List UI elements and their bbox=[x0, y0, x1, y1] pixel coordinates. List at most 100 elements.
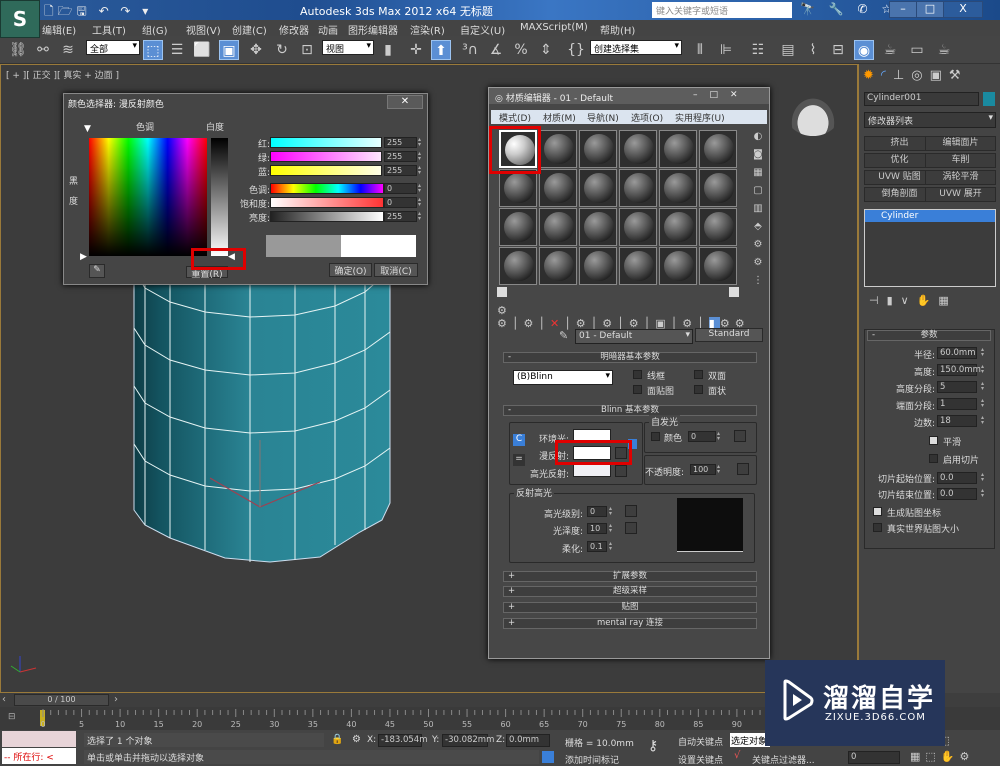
angle-snap-icon[interactable]: ∡ bbox=[486, 40, 506, 60]
specular-swatch[interactable] bbox=[573, 464, 611, 477]
cylinder-object[interactable] bbox=[120, 270, 410, 580]
slice-from-spinner[interactable]: ▴ ▾ bbox=[981, 472, 988, 483]
self-illum-spinner[interactable]: ▴ ▾ bbox=[717, 431, 724, 442]
blue-spinner[interactable]: ▴ ▾ bbox=[418, 165, 425, 176]
menu-modes[interactable]: 模式(D) bbox=[499, 111, 531, 124]
material-type-button[interactable]: Standard bbox=[695, 328, 763, 342]
time-slider[interactable]: 0 / 100 bbox=[14, 694, 109, 706]
material-sample-slot[interactable] bbox=[579, 247, 617, 285]
select-by-name-icon[interactable]: ☰ bbox=[167, 40, 187, 60]
hierarchy-tab-icon[interactable]: ⊥ bbox=[893, 68, 911, 83]
parameters-rollout-header[interactable]: - 参数 bbox=[867, 330, 991, 341]
auto-key-button[interactable]: 自动关键点 bbox=[678, 735, 723, 748]
material-sample-slot[interactable] bbox=[619, 208, 657, 246]
red-value[interactable]: 255 bbox=[384, 137, 417, 148]
material-sample-slot[interactable] bbox=[619, 169, 657, 207]
modify-tab-icon[interactable]: ◜ bbox=[881, 68, 893, 83]
modifier-button-lathe[interactable]: 车削 bbox=[925, 153, 996, 168]
param-field[interactable]: 60.0mm bbox=[937, 347, 977, 359]
command-panel-tabs[interactable]: ✹◜⊥◎▣⚒ bbox=[863, 68, 999, 88]
create-tab-icon[interactable]: ✹ bbox=[863, 68, 881, 83]
slice-to-spinner[interactable]: ▴ ▾ bbox=[981, 488, 988, 499]
named-selection-dropdown[interactable]: 创建选择集 bbox=[590, 40, 682, 55]
lock-diffuse-specular-button[interactable]: = bbox=[513, 454, 525, 466]
spinner-snap-icon[interactable]: ⇕ bbox=[536, 40, 556, 60]
value-spinner[interactable]: ▴ ▾ bbox=[418, 211, 425, 222]
menu-customize[interactable]: 自定义(U) bbox=[460, 22, 505, 37]
material-sample-slot[interactable] bbox=[619, 247, 657, 285]
menu-rendering[interactable]: 渲染(R) bbox=[410, 22, 445, 37]
menu-modifiers[interactable]: 修改器 bbox=[279, 22, 309, 37]
green-spinner[interactable]: ▴ ▾ bbox=[418, 151, 425, 162]
maps-rollout[interactable]: + 贴图 bbox=[503, 602, 757, 613]
material-sample-slot[interactable] bbox=[699, 208, 737, 246]
param-field[interactable]: 150.0mm bbox=[937, 364, 981, 376]
menu-utilities[interactable]: 实用程序(U) bbox=[675, 111, 725, 124]
modifier-button-edit-patch[interactable]: 编辑面片 bbox=[925, 136, 996, 151]
saturation-slider[interactable] bbox=[270, 197, 384, 208]
edit-named-selection-icon[interactable]: {} bbox=[566, 40, 586, 60]
modifier-button-turbosmooth[interactable]: 涡轮平滑 bbox=[925, 170, 996, 185]
self-illum-color-checkbox[interactable] bbox=[651, 432, 660, 441]
red-slider[interactable] bbox=[270, 137, 382, 148]
hue-spinner[interactable]: ▴ ▾ bbox=[418, 183, 425, 194]
time-next-button[interactable]: › bbox=[114, 694, 118, 705]
key-filters-button[interactable]: 关键点过滤器... bbox=[752, 753, 815, 766]
shader-type-dropdown[interactable]: (B)Blinn bbox=[513, 370, 613, 385]
material-editor-window-controls[interactable]: –□✕ bbox=[693, 90, 765, 102]
rect-selection-icon[interactable]: ⬜ bbox=[192, 40, 212, 60]
param-field[interactable]: 5 bbox=[937, 381, 977, 393]
material-sample-slot[interactable] bbox=[499, 247, 537, 285]
menu-navigation[interactable]: 导航(N) bbox=[587, 111, 619, 124]
bind-spacewarp-icon[interactable]: ≋ bbox=[58, 40, 78, 60]
slice-from-field[interactable]: 0.0 bbox=[937, 472, 977, 484]
material-editor-icon[interactable]: ◉ bbox=[854, 40, 874, 60]
specular-map-button[interactable] bbox=[615, 465, 627, 477]
menu-material[interactable]: 材质(M) bbox=[543, 111, 576, 124]
hue-marker[interactable]: ▼ bbox=[84, 124, 91, 134]
opacity-map-button[interactable] bbox=[737, 463, 749, 475]
material-sample-slot[interactable] bbox=[579, 130, 617, 168]
render-icon[interactable]: ☕ bbox=[934, 40, 954, 60]
face-map-checkbox[interactable] bbox=[633, 385, 642, 394]
app-logo-button[interactable]: S bbox=[0, 0, 40, 38]
param-spinner[interactable]: ▴ ▾ bbox=[981, 398, 988, 409]
menu-group[interactable]: 组(G) bbox=[142, 22, 168, 37]
stack-tools[interactable]: ⊣▮∨✋▦ bbox=[869, 294, 994, 307]
hue-slider[interactable] bbox=[270, 183, 384, 194]
graphite-icon[interactable]: ▤ bbox=[778, 40, 798, 60]
blue-value[interactable]: 255 bbox=[384, 165, 417, 176]
glossiness-spinner[interactable]: ▴ ▾ bbox=[609, 523, 616, 534]
menu-tools[interactable]: 工具(T) bbox=[92, 22, 126, 37]
hue-blackness-field[interactable] bbox=[89, 138, 207, 256]
motion-tab-icon[interactable]: ◎ bbox=[911, 68, 929, 83]
material-sample-slot[interactable] bbox=[659, 208, 697, 246]
two-sided-checkbox[interactable] bbox=[694, 370, 703, 379]
opacity-spinner[interactable]: ▴ ▾ bbox=[717, 464, 724, 475]
material-sample-slot[interactable] bbox=[539, 169, 577, 207]
eyedropper-button[interactable]: ✎ bbox=[89, 264, 105, 278]
menu-help[interactable]: 帮助(H) bbox=[600, 22, 635, 37]
material-sample-slot[interactable] bbox=[539, 208, 577, 246]
viewport-label[interactable]: [ + ][ 正交 ][ 真实 + 边面 ] bbox=[6, 68, 119, 81]
material-sample-slot[interactable] bbox=[499, 169, 537, 207]
material-sample-slot[interactable] bbox=[659, 169, 697, 207]
value-slider[interactable] bbox=[270, 211, 384, 222]
param-field[interactable]: 1 bbox=[937, 398, 977, 410]
time-tag-icon[interactable] bbox=[542, 751, 554, 763]
menu-graph-editors[interactable]: 图形编辑器 bbox=[348, 22, 398, 37]
snap-toggle-icon[interactable]: ³∩ bbox=[460, 40, 480, 60]
move-icon[interactable]: ✥ bbox=[246, 40, 266, 60]
gen-mapping-checkbox[interactable] bbox=[873, 507, 882, 516]
set-key-button[interactable]: 设置关键点 bbox=[678, 753, 723, 766]
lock-ambient-diffuse-button[interactable]: C bbox=[513, 434, 525, 446]
shader-basic-rollout[interactable]: - 明暗器基本参数 bbox=[503, 352, 757, 363]
extended-params-rollout[interactable]: + 扩展参数 bbox=[503, 571, 757, 582]
pivot-icon[interactable]: ▮ bbox=[378, 40, 398, 60]
self-illum-map-button[interactable] bbox=[734, 430, 746, 442]
green-slider[interactable] bbox=[270, 151, 382, 162]
link-icon[interactable]: ⛓ bbox=[8, 40, 28, 60]
material-sample-slot[interactable] bbox=[699, 247, 737, 285]
curve-editor-icon[interactable]: ⌇ bbox=[803, 40, 823, 60]
search-input[interactable]: 键入关键字或短语 bbox=[652, 2, 792, 18]
